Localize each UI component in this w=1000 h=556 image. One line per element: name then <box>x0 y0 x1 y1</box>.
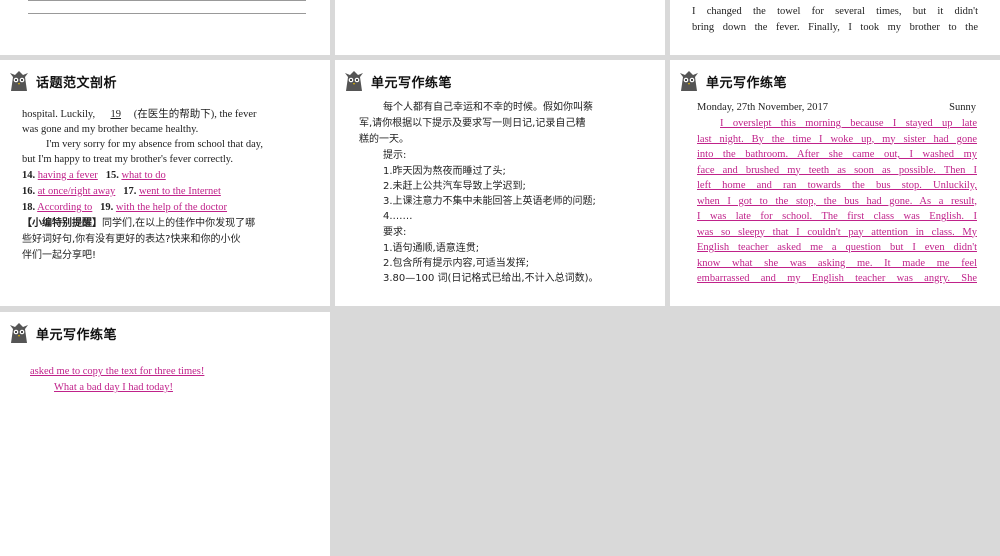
answer-number: 14. <box>22 170 36 181</box>
essay-line: hospital. Luckily, 19 (在医生的帮助下), the feve… <box>22 107 312 123</box>
diary-line: into the bathroom. After she came out, I… <box>697 149 977 160</box>
section-header: 话题范文剖析 <box>8 68 117 94</box>
section-title: 单元写作练笔 <box>36 327 118 343</box>
answer-number: 15. <box>105 170 119 181</box>
diary-line: I was late for school. The first class w… <box>697 211 977 222</box>
panel-bottom-left: 单元写作练笔 asked me to copy the text for thr… <box>0 312 330 556</box>
hint-item: 4.…… <box>383 211 413 222</box>
diary-line: asked me to copy the text for three time… <box>30 366 205 377</box>
diary-line: last night. By the time I woke up, my si… <box>697 133 977 145</box>
panel-top-center <box>335 0 665 55</box>
answer-14: having a fever <box>37 170 98 181</box>
answer-17: went to the Internet <box>138 186 221 197</box>
panel-mid-left: 话题范文剖析 hospital. Luckily, 19 (在医生的帮助下), t… <box>0 60 330 306</box>
answer-line <box>28 13 306 14</box>
answer-row: 18. According to 19. with the help of th… <box>22 200 227 216</box>
editor-tip: 伴们一起分享吧! <box>22 250 97 261</box>
essay-line: but I'm happy to treat my brother's feve… <box>22 154 233 165</box>
hint-label: 提示: <box>383 150 407 161</box>
answer-number: 19. <box>100 202 114 213</box>
requirement-item: 3.80—100 词(日记格式已给出,不计入总词数)。 <box>383 273 599 284</box>
answer-number: 18. <box>22 202 36 213</box>
answer-line <box>28 0 306 1</box>
panel-mid-center: 单元写作练笔 每个人都有自己幸运和不幸的时候。假如你叫蔡 军,请你根据以下提示及… <box>335 60 665 306</box>
text: (在医生的帮助下), the fever <box>133 109 257 120</box>
diary-line: I overslept this morning because I staye… <box>720 118 977 129</box>
section-header: 单元写作练笔 <box>343 68 452 94</box>
diary-line: know what she was asking me. It made me … <box>697 257 977 269</box>
owl-mascot-icon <box>10 71 28 91</box>
owl-mascot-icon <box>10 323 28 343</box>
diary-date: Monday, 27th November, 2017 <box>697 102 829 113</box>
diary-line: left home and ran towards the bus stop. … <box>697 180 977 191</box>
answer-row: 14. having a fever 15. what to do <box>22 168 166 184</box>
hint-item: 1.昨天因为熬夜而睡过了头; <box>383 166 506 177</box>
diary-line: was so sleepy that I couldn't pay attent… <box>697 226 977 238</box>
hint-item: 2.未赶上公共汽车导致上学迟到; <box>383 181 526 192</box>
panel-top-left <box>0 0 330 55</box>
prompt-line: 军,请你根据以下提示及要求写一则日记,记录自己糟 <box>359 118 586 129</box>
answer-row: 16. at once/right away 17. went to the I… <box>22 184 221 200</box>
requirement-item: 2.包含所有提示内容,可适当发挥; <box>383 258 530 269</box>
diary-line: What a bad day I had today! <box>54 382 173 393</box>
section-title: 单元写作练笔 <box>706 75 788 91</box>
section-title: 话题范文剖析 <box>36 75 118 91</box>
text: hospital. Luckily, <box>22 109 98 120</box>
answer-18: According to <box>37 202 93 213</box>
panel-mid-right: 单元写作练笔 Monday, 27th November, 2017 Sunny… <box>670 60 1000 306</box>
editor-tip: 些好词好句,你有没有更好的表达?快来和你的小伙 <box>22 234 241 245</box>
blank-19: 19 <box>110 109 121 120</box>
answer-number: 17. <box>123 186 137 197</box>
diary-text-line: bring down the fever. Finally, I took my… <box>692 22 978 33</box>
panel-top-right: I changed the towel for several times, b… <box>670 0 1000 55</box>
answer-15: what to do <box>121 170 166 181</box>
diary-line: English teacher asked me a question but … <box>697 242 977 253</box>
owl-mascot-icon <box>680 71 698 91</box>
diary-text-line: I changed the towel for several times, b… <box>692 6 978 17</box>
tip-text: 同学们,在以上的佳作中你发现了哪 <box>102 218 256 229</box>
editor-tip: 【小编特别提醒】同学们,在以上的佳作中你发现了哪 <box>22 216 312 232</box>
tip-label: 【小编特别提醒】 <box>22 218 102 229</box>
hint-item: 3.上课注意力不集中未能回答上英语老师的问题; <box>383 196 596 207</box>
section-header: 单元写作练笔 <box>8 320 117 346</box>
prompt-line: 每个人都有自己幸运和不幸的时候。假如你叫蔡 <box>383 102 593 113</box>
diary-line: face and brushed my teeth as soon as pos… <box>697 164 977 176</box>
prompt-line: 糕的一天。 <box>359 134 409 145</box>
section-title: 单元写作练笔 <box>371 75 453 91</box>
requirement-item: 1.语句通顺,语意连贯; <box>383 243 480 254</box>
owl-mascot-icon <box>345 71 363 91</box>
requirement-label: 要求: <box>383 227 407 238</box>
essay-line: I'm very sorry for my absence from schoo… <box>46 139 263 150</box>
answer-16: at once/right away <box>37 186 116 197</box>
essay-line: was gone and my brother became healthy. <box>22 124 199 135</box>
section-header: 单元写作练笔 <box>678 68 787 94</box>
answer-19: with the help of the doctor <box>115 202 228 213</box>
answer-number: 16. <box>22 186 36 197</box>
diary-weather: Sunny <box>949 102 976 113</box>
diary-line: when I got to the stop, the bus had gone… <box>697 195 977 207</box>
diary-line: embarrassed and my English teacher was a… <box>697 273 977 284</box>
